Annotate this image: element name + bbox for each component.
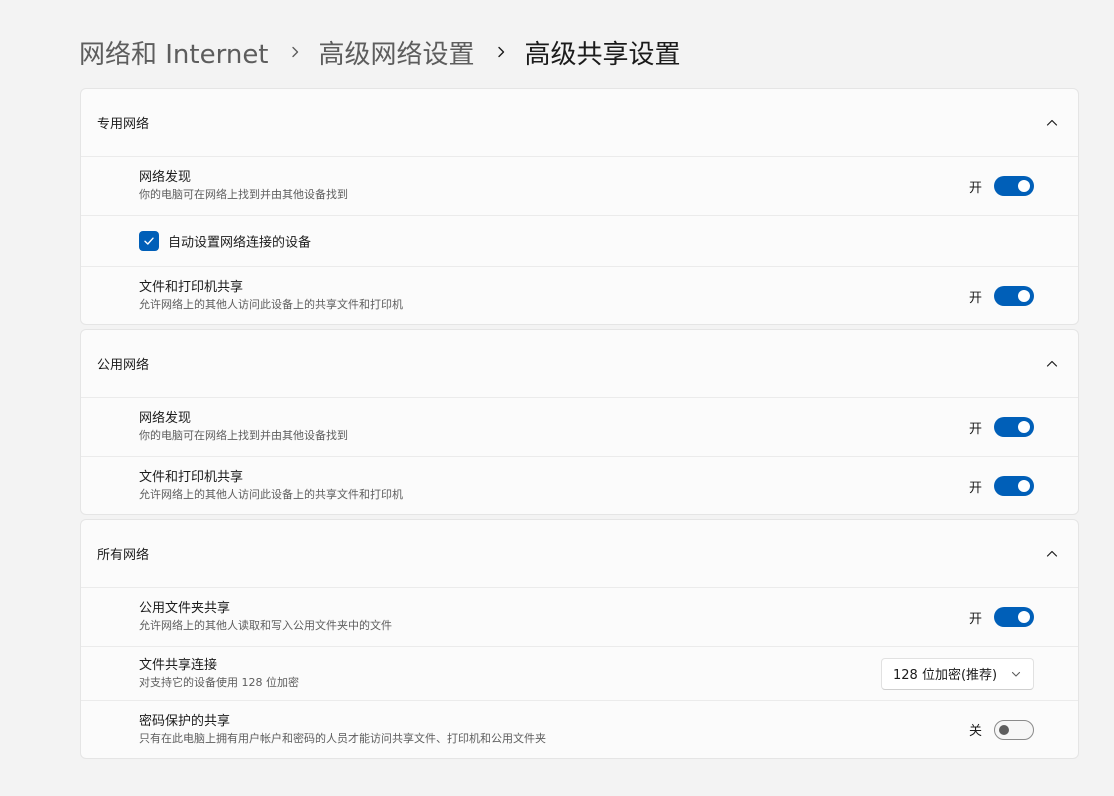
private-network-header[interactable]: 专用网络 [81,89,1078,157]
toggle-group: 开 [969,286,1034,306]
setting-text: 文件和打印机共享 允许网络上的其他人访问此设备上的共享文件和打印机 [139,469,403,503]
setting-description: 对支持它的设备使用 128 位加密 [139,675,299,689]
toggle-group: 开 [969,607,1034,627]
private-network-discovery-toggle[interactable] [994,176,1034,196]
setting-description: 允许网络上的其他人读取和写入公用文件夹中的文件 [139,619,392,632]
setting-text: 密码保护的共享 只有在此电脑上拥有用户帐户和密码的人员才能访问共享文件、打印机和… [139,713,546,747]
setting-title: 文件和打印机共享 [139,280,244,295]
toggle-group: 开 [969,417,1034,437]
file-sharing-connections-row: 文件共享连接 对支持它的设备使用 128 位加密 128 位加密(推荐) [81,647,1078,701]
toggle-group: 开 [969,176,1034,196]
toggle-state-label: 开 [968,421,982,437]
setting-description: 允许网络上的其他人访问此设备上的共享文件和打印机 [139,298,403,311]
checkmark-icon [144,237,154,245]
setting-title: 密码保护的共享 [139,713,231,729]
section-title: 专用网络 [97,117,150,132]
setting-title: 文件和打印机共享 [139,470,244,485]
public-network-card: 公用网络 网络发现 你的电脑可在网络上找到并由其他设备找到 开 文件和打印机共享… [80,329,1079,515]
toggle-knob [1018,611,1030,623]
toggle-state-label: 开 [968,611,982,627]
public-folder-sharing-toggle[interactable] [994,607,1034,627]
setting-text: 公用文件夹共享 允许网络上的其他人读取和写入公用文件夹中的文件 [139,600,392,634]
setting-text: 网络发现 你的电脑可在网络上找到并由其他设备找到 [139,410,348,444]
toggle-group: 开 [969,476,1034,496]
toggle-knob [1018,421,1030,433]
chevron-right-icon [289,46,301,58]
all-networks-card: 所有网络 公用文件夹共享 允许网络上的其他人读取和写入公用文件夹中的文件 开 文… [80,519,1079,759]
setting-text: 文件和打印机共享 允许网络上的其他人访问此设备上的共享文件和打印机 [139,279,403,313]
public-network-header[interactable]: 公用网络 [81,330,1078,398]
auto-setup-devices-checkbox[interactable] [139,231,159,251]
section-title: 公用网络 [97,358,150,373]
setting-description: 只有在此电脑上拥有用户帐户和密码的人员才能访问共享文件、打印机和公用文件夹 [139,731,546,745]
setting-description: 允许网络上的其他人访问此设备上的共享文件和打印机 [139,488,403,501]
toggle-state-label: 开 [968,180,982,196]
public-file-printer-toggle[interactable] [994,476,1034,496]
breadcrumb-network-internet[interactable]: 网络和 Internet [79,34,269,71]
chevron-right-icon [495,46,507,58]
chevron-down-icon [1011,669,1021,679]
page-title: 高级共享设置 [524,39,681,70]
setting-title: 网络发现 [139,170,192,185]
all-networks-header[interactable]: 所有网络 [81,520,1078,588]
toggle-knob [999,724,1009,735]
public-network-discovery-row: 网络发现 你的电脑可在网络上找到并由其他设备找到 开 [81,398,1078,457]
section-title: 所有网络 [97,548,150,563]
setting-description: 你的电脑可在网络上找到并由其他设备找到 [139,429,348,442]
private-network-card: 专用网络 网络发现 你的电脑可在网络上找到并由其他设备找到 开 自动设置网络连接… [80,88,1079,325]
password-protected-sharing-row: 密码保护的共享 只有在此电脑上拥有用户帐户和密码的人员才能访问共享文件、打印机和… [81,701,1078,758]
auto-setup-devices-label[interactable]: 自动设置网络连接的设备 [168,232,311,251]
setting-text: 网络发现 你的电脑可在网络上找到并由其他设备找到 [139,169,348,203]
auto-setup-devices-row: 自动设置网络连接的设备 [81,216,1078,267]
dropdown-selected-value: 128 位加密(推荐) [893,668,998,683]
setting-title: 网络发现 [139,411,192,426]
toggle-knob [1018,180,1030,192]
toggle-knob [1018,480,1030,492]
setting-title: 公用文件夹共享 [139,601,231,616]
chevron-up-icon[interactable] [1044,546,1060,562]
public-network-discovery-toggle[interactable] [994,417,1034,437]
toggle-state-label: 开 [968,290,982,306]
toggle-state-label: 开 [968,480,982,496]
chevron-up-icon[interactable] [1044,115,1060,131]
setting-description: 你的电脑可在网络上找到并由其他设备找到 [139,188,348,201]
chevron-up-icon[interactable] [1044,356,1060,372]
encryption-dropdown[interactable]: 128 位加密(推荐) [881,657,1034,690]
password-protected-sharing-toggle[interactable] [994,719,1034,740]
breadcrumb: 网络和 Internet 高级网络设置 高级共享设置 [79,30,681,74]
public-folder-sharing-row: 公用文件夹共享 允许网络上的其他人读取和写入公用文件夹中的文件 开 [81,588,1078,647]
setting-title: 文件共享连接 [139,657,218,673]
public-file-printer-row: 文件和打印机共享 允许网络上的其他人访问此设备上的共享文件和打印机 开 [81,457,1078,514]
private-file-printer-toggle[interactable] [994,286,1034,306]
private-file-printer-row: 文件和打印机共享 允许网络上的其他人访问此设备上的共享文件和打印机 开 [81,267,1078,324]
setting-text: 文件共享连接 对支持它的设备使用 128 位加密 [139,657,299,691]
toggle-state-label: 关 [968,724,982,739]
breadcrumb-advanced-network-settings[interactable]: 高级网络设置 [319,34,475,71]
toggle-knob [1018,290,1030,302]
toggle-group: 关 [968,719,1034,740]
private-network-discovery-row: 网络发现 你的电脑可在网络上找到并由其他设备找到 开 [81,157,1078,216]
